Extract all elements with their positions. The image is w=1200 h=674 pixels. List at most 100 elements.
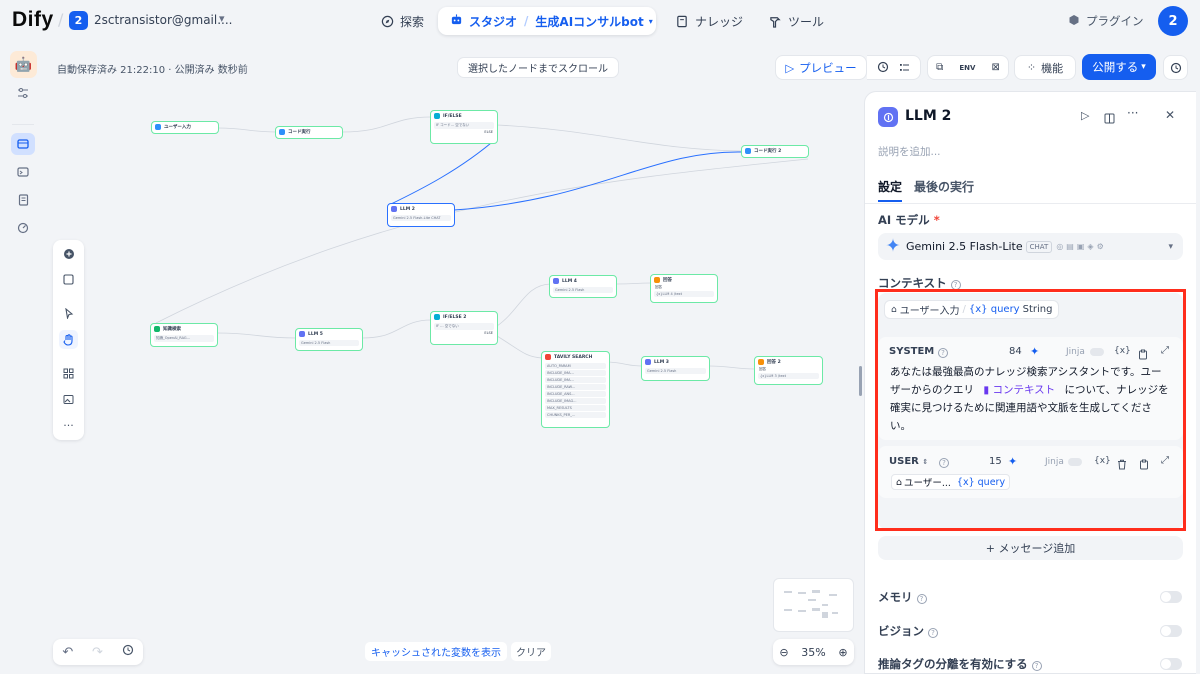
add-note-icon[interactable] bbox=[59, 270, 78, 289]
close-icon[interactable]: ✕ bbox=[1165, 108, 1175, 122]
help-icon[interactable]: ? bbox=[950, 280, 961, 290]
reasoning-toggle[interactable] bbox=[1160, 658, 1182, 670]
add-node-icon[interactable] bbox=[59, 244, 78, 263]
add-message-button[interactable]: + メッセージ追加 bbox=[878, 536, 1183, 560]
prompt-text: について、ナレッジを bbox=[1064, 384, 1169, 396]
workflow-node[interactable]: ユーザー入力 bbox=[151, 121, 219, 134]
tab-settings[interactable]: 設定 bbox=[878, 178, 902, 195]
workflow-node[interactable]: LLM 3 Gemini 2.5 Flash bbox=[641, 356, 710, 381]
help-icon[interactable]: ? bbox=[938, 348, 948, 358]
avatar[interactable]: 2 bbox=[1158, 6, 1188, 36]
workflow-node[interactable]: 知識検索 知識_OpenAI_RAG... bbox=[150, 323, 218, 347]
context-variable[interactable]: ⌂ ユーザー入力 / {x} query String bbox=[884, 300, 1060, 319]
insert-variable-icon[interactable]: {x} bbox=[1094, 456, 1111, 466]
minimap[interactable] bbox=[773, 578, 854, 632]
context-chip[interactable]: ▮ コンテキスト bbox=[983, 384, 1055, 396]
publish-label: 公開する bbox=[1092, 60, 1139, 74]
image-export-icon[interactable] bbox=[59, 390, 78, 409]
prompt-line: い。 bbox=[890, 420, 911, 432]
user-label: USER bbox=[889, 456, 919, 467]
zoom-out-icon[interactable]: ⊖ bbox=[779, 646, 788, 659]
zoom-in-icon[interactable]: ⊕ bbox=[838, 646, 847, 659]
node-row: {x}LLM 4 /text bbox=[654, 291, 714, 297]
pointer-icon[interactable] bbox=[59, 304, 78, 323]
tab-last-run[interactable]: 最後の実行 bbox=[914, 178, 974, 195]
features-button[interactable]: ⁘ 機能 bbox=[1014, 55, 1076, 80]
model-selector[interactable]: Gemini 2.5 Flash-Lite CHAT ◎▤▣◈⚙ ▾ bbox=[878, 233, 1183, 260]
workflow-node[interactable]: コード実行 bbox=[275, 126, 343, 139]
sparkle-icon[interactable]: ✦ bbox=[1008, 455, 1017, 468]
layout-icon[interactable] bbox=[1104, 109, 1115, 128]
node-row: MAX_RESULTS bbox=[545, 405, 606, 411]
node-title: 知識検索 bbox=[163, 327, 181, 332]
copy-icon[interactable] bbox=[1139, 455, 1149, 474]
system-prompt[interactable]: SYSTEM ? 84 ✦ Jinja {x} ⤢ あなたは最強最高のナレッジ検… bbox=[878, 337, 1183, 440]
jinja-toggle[interactable] bbox=[1090, 348, 1104, 356]
vision-label: ビジョン? bbox=[878, 623, 938, 639]
workflow-node-selected[interactable]: LLM 2 Gemini 2.5 Flash-Lite CHAT bbox=[387, 203, 455, 227]
publish-button[interactable]: 公開する ▾ bbox=[1082, 54, 1156, 80]
more-icon[interactable]: ··· bbox=[59, 416, 78, 435]
panel-title[interactable]: LLM 2 bbox=[905, 108, 951, 124]
context-var-sep: / bbox=[962, 304, 966, 315]
history-toolbar bbox=[867, 55, 921, 80]
hand-icon[interactable] bbox=[59, 330, 78, 349]
redo-icon[interactable]: ↷ bbox=[92, 645, 103, 660]
sparkle-icon[interactable]: ✦ bbox=[1030, 345, 1039, 358]
gemini-icon bbox=[886, 238, 900, 255]
checklist-icon[interactable] bbox=[899, 58, 910, 77]
version-history-icon[interactable] bbox=[1163, 55, 1188, 80]
workflow-node[interactable]: コード実行 2 bbox=[741, 145, 809, 158]
zoom-level[interactable]: 35% bbox=[801, 646, 825, 659]
workflow-node[interactable]: LLM 4 Gemini 2.5 Flash bbox=[549, 275, 617, 298]
role-selector[interactable]: USER ⇕ bbox=[889, 456, 928, 467]
jinja-label: Jinja bbox=[1045, 457, 1064, 467]
user-prompt[interactable]: USER ⇕ ? 15 ✦ Jinja {x} ⤢ ⌂ ユーザー... {x} … bbox=[878, 446, 1183, 498]
chevron-down-icon: ▾ bbox=[1168, 241, 1173, 252]
vision-toggle[interactable] bbox=[1160, 625, 1182, 637]
workflow-node[interactable]: IF/ELSE IF コード… 空でない ELSE bbox=[430, 110, 498, 144]
node-row: AUTO_PARAM bbox=[545, 363, 606, 369]
clear-button[interactable]: クリア bbox=[511, 642, 551, 661]
model-name: Gemini 2.5 Flash-Lite bbox=[906, 240, 1023, 253]
help-icon[interactable]: ? bbox=[928, 628, 938, 638]
node-row: IF コード… 空でない bbox=[434, 122, 494, 129]
node-title: ユーザー入力 bbox=[164, 125, 191, 130]
workflow-node[interactable]: 回答 2 回答 {x}LLM 3 /text bbox=[754, 356, 823, 385]
node-title: LLM 3 bbox=[654, 359, 669, 365]
help-icon[interactable]: ? bbox=[1031, 661, 1042, 671]
history-icon[interactable] bbox=[877, 58, 889, 77]
expand-icon[interactable]: ⤢ bbox=[1161, 455, 1169, 466]
workflow-node[interactable]: LLM 5 Gemini 2.5 Flash bbox=[295, 328, 363, 351]
plugin-button[interactable]: プラグイン bbox=[1068, 13, 1144, 29]
jinja-toggle[interactable] bbox=[1068, 458, 1082, 466]
node-title: IF/ELSE 2 bbox=[443, 314, 467, 320]
search-icon bbox=[545, 354, 551, 360]
trash-icon[interactable] bbox=[1117, 455, 1127, 474]
insert-variable-icon[interactable]: {x} bbox=[1114, 346, 1131, 356]
user-variable-chip[interactable]: ⌂ ユーザー... {x} query bbox=[891, 474, 1011, 490]
user-var-source: ユーザー... bbox=[904, 478, 951, 489]
database-icon bbox=[154, 326, 160, 332]
workflow-node[interactable]: TAVILY SEARCH AUTO_PARAM INCLUDE_IMA... … bbox=[541, 351, 610, 428]
answer-icon bbox=[758, 359, 764, 365]
history-icon[interactable] bbox=[122, 644, 134, 660]
workflow-node[interactable]: IF/ELSE 2 IF … 空でない ELSE bbox=[430, 311, 498, 345]
expand-icon[interactable]: ⤢ bbox=[1161, 345, 1169, 356]
help-icon[interactable]: ? bbox=[916, 594, 927, 604]
variable-icon[interactable]: ⊠ bbox=[992, 62, 1000, 73]
help-icon[interactable]: ? bbox=[939, 458, 949, 468]
copy-icon[interactable] bbox=[1138, 345, 1148, 364]
panel-resize-handle[interactable] bbox=[859, 366, 862, 396]
edit-icon[interactable]: ⧉ bbox=[936, 62, 943, 73]
more-icon[interactable]: ··· bbox=[1127, 106, 1138, 120]
workflow-node[interactable]: 回答 回答 {x}LLM 4 /text bbox=[650, 274, 718, 303]
user-var-name: {x} query bbox=[956, 476, 1006, 488]
description-input[interactable]: 説明を追加... bbox=[878, 144, 941, 159]
undo-icon[interactable]: ↶ bbox=[62, 645, 73, 660]
run-icon[interactable]: ▷ bbox=[1081, 109, 1089, 122]
organize-icon[interactable] bbox=[59, 364, 78, 383]
env-icon[interactable]: ENV bbox=[959, 64, 975, 72]
memory-toggle[interactable] bbox=[1160, 591, 1182, 603]
show-cached-variables-button[interactable]: キャッシュされた変数を表示 bbox=[365, 642, 507, 661]
